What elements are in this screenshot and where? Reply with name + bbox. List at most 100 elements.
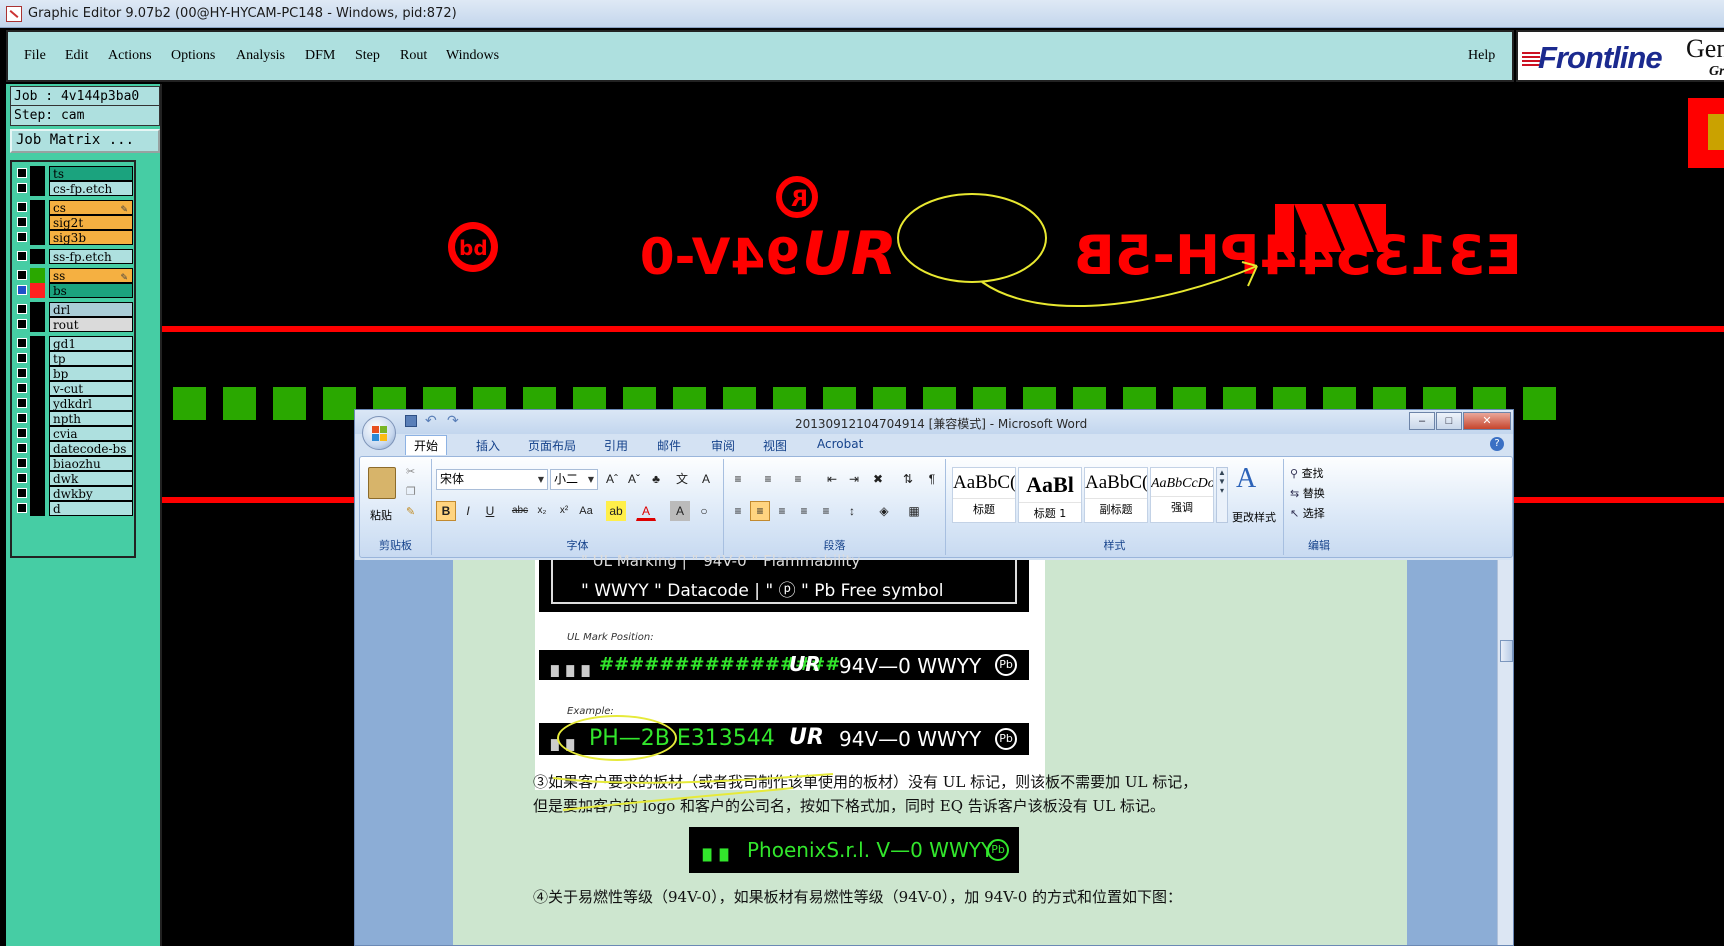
layer-name[interactable]: datecode-bs (49, 441, 133, 456)
bullets-icon[interactable]: ≡ (728, 469, 748, 489)
find-button[interactable]: ⚲ 查找 (1290, 465, 1324, 481)
layer-checkbox[interactable] (17, 413, 27, 423)
layer-name[interactable]: ydkdrl (49, 396, 133, 411)
char-border-icon[interactable]: A (696, 469, 716, 489)
document-page[interactable]: " UL Marking | " 94V-0 " Flammability " … (453, 552, 1407, 945)
menu-rout[interactable]: Rout (400, 48, 427, 64)
tab-review[interactable]: 审阅 (711, 437, 735, 454)
italic-icon[interactable]: I (458, 501, 478, 521)
layer-name[interactable]: npth (49, 411, 133, 426)
underline-icon[interactable]: U (480, 501, 500, 521)
style-subtitle[interactable]: AaBbC(副标题 (1084, 467, 1148, 523)
align-right-icon[interactable]: ≡ (772, 501, 792, 521)
layer-name[interactable]: ss-fp.etch (49, 249, 133, 264)
decrease-indent-icon[interactable]: ⇤ (822, 469, 842, 489)
tab-page-layout[interactable]: 页面布局 (528, 437, 576, 454)
layer-checkbox[interactable] (17, 368, 27, 378)
menu-help[interactable]: Help (1468, 48, 1495, 64)
bold-icon[interactable]: B (436, 501, 456, 521)
layer-checkbox[interactable] (17, 232, 27, 242)
layer-checkbox[interactable] (17, 428, 27, 438)
layer-name[interactable]: biaozhu (49, 456, 133, 471)
tab-acrobat[interactable]: Acrobat (817, 437, 863, 451)
paste-button[interactable]: 粘贴 (370, 507, 392, 523)
vertical-scrollbar[interactable] (1497, 560, 1513, 945)
layer-row-d[interactable]: d (14, 501, 133, 516)
style-emphasis[interactable]: AaBbCcDo 强调 (1150, 467, 1214, 523)
layer-name[interactable]: d (49, 501, 133, 516)
copy-icon[interactable]: ❐ (406, 485, 416, 498)
word-window[interactable]: 20130912104704914 [兼容模式] - Microsoft Wor… (354, 409, 1514, 946)
clear-format-icon[interactable]: ♣ (646, 469, 666, 489)
layer-row-dwk[interactable]: dwk (14, 471, 133, 486)
layer-row-cs-fp.etch[interactable]: cs-fp.etch (14, 181, 133, 196)
layer-name[interactable]: dwk (49, 471, 133, 486)
layer-checkbox[interactable] (17, 202, 27, 212)
menu-file[interactable]: File (24, 48, 46, 64)
shading-icon[interactable]: ◈ (874, 501, 894, 521)
layer-name[interactable]: cvia (49, 426, 133, 441)
highlight-icon[interactable]: ab (606, 501, 626, 521)
layer-checkbox[interactable] (17, 473, 27, 483)
layer-checkbox[interactable] (17, 304, 27, 314)
layer-name[interactable]: ss ✎ (49, 268, 133, 283)
layer-checkbox[interactable] (17, 338, 27, 348)
layer-row-ss-fp.etch[interactable]: ss-fp.etch (14, 249, 133, 264)
layer-checkbox[interactable] (17, 353, 27, 363)
undo-icon[interactable]: ↶ (425, 412, 437, 429)
phonetic-icon[interactable]: 文 (672, 469, 692, 489)
menu-options[interactable]: Options (171, 48, 215, 64)
layer-checkbox[interactable] (17, 319, 27, 329)
superscript-icon[interactable]: x² (554, 501, 574, 521)
menu-windows[interactable]: Windows (446, 48, 499, 64)
format-painter-icon[interactable]: ✎ (406, 505, 415, 518)
align-center-icon[interactable]: ≡ (750, 501, 770, 521)
enclose-char-icon[interactable]: ○ (694, 501, 714, 521)
tab-insert[interactable]: 插入 (476, 437, 500, 454)
change-styles-icon[interactable]: A (1236, 463, 1256, 495)
layer-row-ss[interactable]: ss ✎ (14, 268, 133, 283)
layer-row-tp[interactable]: tp (14, 351, 133, 366)
show-marks-icon[interactable]: ¶ (922, 469, 942, 489)
layer-checkbox[interactable] (17, 168, 27, 178)
font-size-dropdown[interactable]: 小二 ▼ (550, 469, 598, 490)
layer-row-biaozhu[interactable]: biaozhu (14, 456, 133, 471)
align-left-icon[interactable]: ≡ (728, 501, 748, 521)
layer-name[interactable]: rout (49, 317, 133, 332)
minimize-icon[interactable]: – (1409, 412, 1435, 430)
shrink-font-icon[interactable]: Aˇ (624, 469, 644, 489)
tab-home[interactable]: 开始 (405, 435, 448, 455)
layer-name[interactable]: sig3b (49, 230, 133, 245)
tab-references[interactable]: 引用 (604, 437, 628, 454)
replace-button[interactable]: ⇆ 替换 (1290, 485, 1325, 501)
change-case-icon[interactable]: Aa (576, 501, 596, 521)
paste-icon[interactable] (368, 467, 396, 499)
layer-checkbox[interactable] (17, 398, 27, 408)
layer-name[interactable]: dwkby (49, 486, 133, 501)
layer-checkbox[interactable] (17, 270, 27, 280)
layer-row-v-cut[interactable]: v-cut (14, 381, 133, 396)
change-styles-button[interactable]: 更改样式 (1232, 509, 1276, 525)
style-heading-1[interactable]: AaBl 标题 1 (1018, 467, 1082, 523)
style-heading[interactable]: AaBbC(标题 (952, 467, 1016, 523)
layer-row-ts[interactable]: ts (14, 166, 133, 181)
numbering-icon[interactable]: ≡ (758, 469, 778, 489)
layer-checkbox[interactable] (17, 251, 27, 261)
char-shading-icon[interactable]: A (670, 501, 690, 521)
font-name-dropdown[interactable]: 宋体 ▼ (436, 469, 548, 490)
line-spacing-icon[interactable]: ↕ (842, 501, 862, 521)
justify-icon[interactable]: ≡ (794, 501, 814, 521)
layer-row-sig3b[interactable]: sig3b (14, 230, 133, 245)
borders-icon[interactable]: ▦ (904, 501, 924, 521)
layer-row-cs[interactable]: cs ✎ (14, 200, 133, 215)
scroll-thumb[interactable] (1500, 640, 1513, 662)
layer-checkbox[interactable] (17, 443, 27, 453)
menu-dfm[interactable]: DFM (305, 48, 335, 64)
layer-row-sig2t[interactable]: sig2t (14, 215, 133, 230)
layer-name[interactable]: sig2t (49, 215, 133, 230)
select-button[interactable]: ↖ 选择 (1290, 505, 1325, 521)
layer-checkbox[interactable] (17, 217, 27, 227)
layer-name[interactable]: cs-fp.etch (49, 181, 133, 196)
layer-row-ydkdrl[interactable]: ydkdrl (14, 396, 133, 411)
multilevel-icon[interactable]: ≡ (788, 469, 808, 489)
